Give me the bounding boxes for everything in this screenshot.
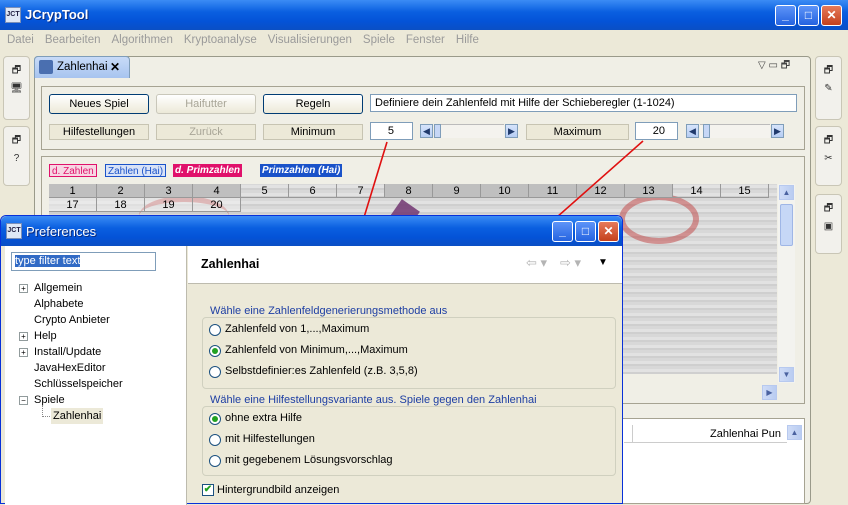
radio-label[interactable]: Selbstdefinier:es Zahlenfeld (z.B. 3,5,8…: [225, 365, 418, 377]
radio-button[interactable]: [209, 455, 221, 467]
radio-button[interactable]: [209, 413, 221, 425]
app-icon: JCT: [6, 223, 22, 239]
dialog-maximize-button[interactable]: □: [575, 221, 596, 242]
tree-expander[interactable]: +: [19, 348, 28, 357]
dialog-close-button[interactable]: ✕: [598, 221, 619, 242]
page-title: Zahlenhai: [201, 257, 260, 271]
view-menu-icon[interactable]: ▼: [598, 257, 608, 268]
dialog-minimize-button[interactable]: _: [552, 221, 573, 242]
radio-label[interactable]: Zahlenfeld von Minimum,...,Maximum: [225, 344, 408, 356]
tree-item[interactable]: Install/Update: [34, 344, 101, 360]
filter-input[interactable]: type filter text: [11, 252, 156, 271]
method-group-label: Wähle eine Zahlenfeldgenerierungsmethode…: [208, 305, 450, 317]
tree-item[interactable]: Schlüsselspeicher: [34, 376, 123, 392]
tree-item[interactable]: JavaHexEditor: [34, 360, 106, 376]
tree-expander[interactable]: +: [19, 332, 28, 341]
radio-label[interactable]: Zahlenfeld von 1,...,Maximum: [225, 323, 369, 335]
tree-item[interactable]: Crypto Anbieter: [34, 312, 110, 328]
radio-button[interactable]: [209, 324, 221, 336]
page-header: Zahlenhai ⇦ ▾ ⇨ ▾ ▼: [188, 246, 622, 284]
dialog-title-bar[interactable]: JCT Preferences _ □ ✕: [1, 216, 622, 246]
radio-button[interactable]: [209, 345, 221, 357]
background-checkbox-label[interactable]: Hintergrundbild anzeigen: [217, 484, 339, 496]
tree-expander[interactable]: +: [19, 284, 28, 293]
forward-arrow-icon[interactable]: ⇨ ▾: [560, 255, 581, 271]
radio-label[interactable]: mit Hilfestellungen: [225, 433, 315, 445]
radio-button[interactable]: [209, 366, 221, 378]
tree-item[interactable]: Allgemein: [34, 280, 82, 296]
radio-label[interactable]: ohne extra Hilfe: [225, 412, 302, 424]
help-group-label: Wähle eine Hilfestellungsvariante aus. S…: [208, 394, 539, 406]
preferences-dialog: JCT Preferences _ □ ✕ type filter text +…: [0, 215, 623, 505]
tree-item[interactable]: Help: [34, 328, 57, 344]
tree-item-zahlenhai[interactable]: Zahlenhai: [51, 408, 104, 424]
filter-text: type filter text: [15, 255, 81, 267]
background-checkbox[interactable]: ✔: [202, 484, 214, 496]
tree-item[interactable]: Spiele: [34, 392, 65, 408]
dialog-title: Preferences: [26, 224, 97, 239]
radio-button[interactable]: [209, 434, 221, 446]
tree-item[interactable]: Alphabete: [34, 296, 84, 312]
tree-expander[interactable]: −: [19, 396, 28, 405]
back-arrow-icon[interactable]: ⇦ ▾: [526, 255, 547, 271]
radio-label[interactable]: mit gegebenem Lösungsvorschlag: [225, 454, 393, 466]
tree-line: [42, 416, 50, 417]
